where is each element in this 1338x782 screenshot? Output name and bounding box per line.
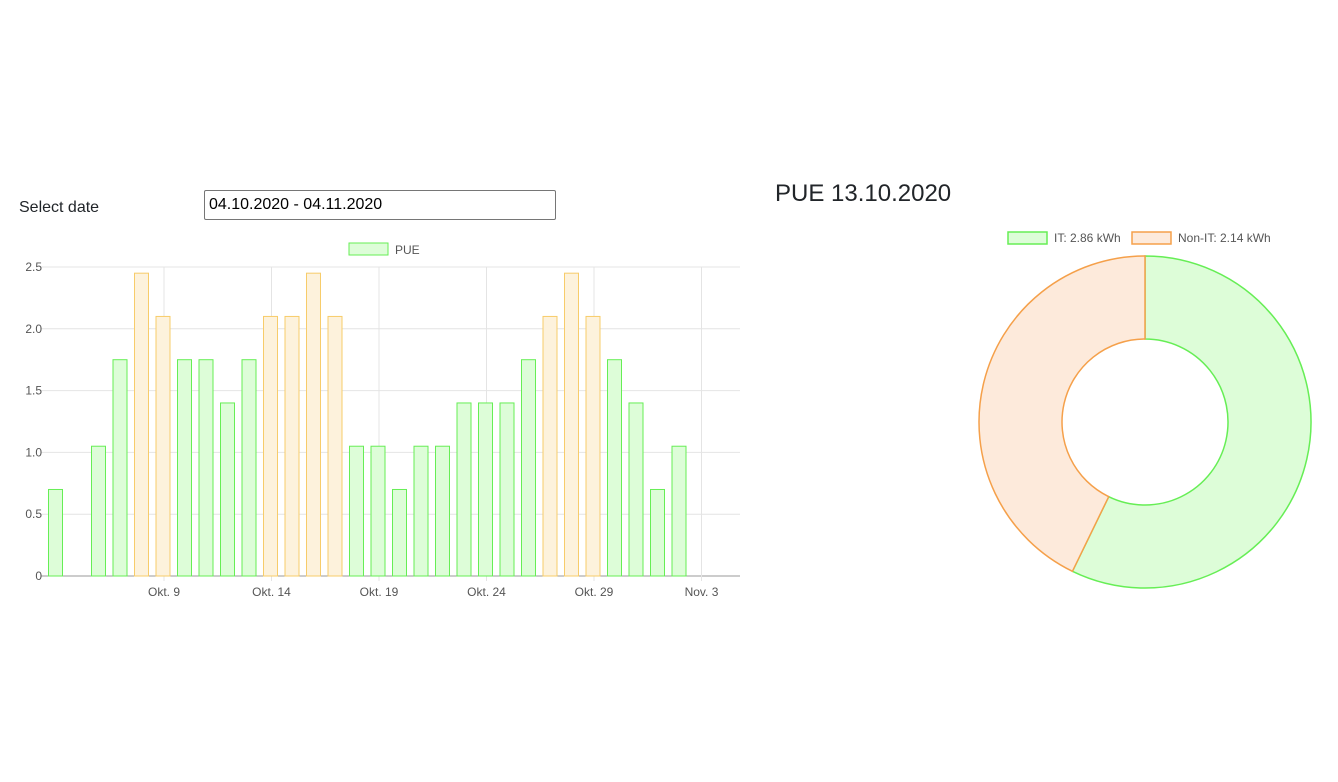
- bar-okt-10[interactable]: [177, 359, 192, 577]
- legend-swatch: [1007, 231, 1048, 245]
- bar-okt-12[interactable]: [220, 402, 235, 577]
- energy-doughnut-chart: IT: 2.86 kWh Non-IT: 2.14 kWh: [978, 231, 1312, 589]
- legend-label: IT: 2.86 kWh: [1054, 231, 1121, 245]
- y-tick-label: 0.5: [25, 507, 42, 521]
- bar-nov-1[interactable]: [650, 488, 665, 577]
- y-tick-label: 2.0: [25, 322, 42, 336]
- date-range-input[interactable]: [204, 190, 556, 220]
- legend-label: Non-IT: 2.14 kWh: [1178, 231, 1271, 245]
- bar-okt-8[interactable]: [134, 272, 149, 577]
- bar-okt-4[interactable]: [48, 488, 63, 577]
- bar-okt-31[interactable]: [628, 402, 644, 577]
- bar-okt-11[interactable]: [198, 359, 214, 577]
- bar-okt-20[interactable]: [392, 488, 407, 577]
- bar-okt-29[interactable]: [585, 315, 601, 577]
- bar-okt-16[interactable]: [306, 272, 321, 577]
- x-tick-label: Okt. 14: [252, 585, 291, 599]
- bar-okt-21[interactable]: [413, 445, 429, 577]
- bar-okt-15[interactable]: [284, 315, 300, 577]
- pie-chart-title: PUE 13.10.2020: [775, 180, 952, 207]
- legend-swatch: [1131, 231, 1172, 245]
- bar-okt-14[interactable]: [263, 315, 278, 577]
- bar-okt-26[interactable]: [521, 359, 536, 577]
- bar-okt-7[interactable]: [112, 359, 128, 577]
- bar-okt-18[interactable]: [349, 445, 364, 577]
- x-tick-label: Okt. 9: [148, 585, 180, 599]
- y-tick-label: 1.0: [25, 445, 42, 459]
- legend-item-it[interactable]: IT: 2.86 kWh: [1007, 231, 1121, 245]
- bar-legend[interactable]: PUE: [348, 242, 420, 257]
- bar-nov-2[interactable]: [671, 445, 687, 577]
- bar-okt-17[interactable]: [327, 315, 343, 577]
- bar-okt-24[interactable]: [478, 402, 493, 577]
- x-tick-label: Nov. 3: [685, 585, 719, 599]
- legend-label: PUE: [395, 243, 420, 257]
- bar-okt-22[interactable]: [435, 445, 450, 577]
- bar-okt-30[interactable]: [607, 359, 622, 577]
- bar-okt-25[interactable]: [499, 402, 515, 577]
- x-tick-label: Okt. 24: [467, 585, 506, 599]
- bar-okt-28[interactable]: [564, 272, 579, 577]
- y-tick-label: 1.5: [25, 384, 42, 398]
- y-tick-label: 2.5: [25, 260, 42, 274]
- x-tick-label: Okt. 29: [575, 585, 614, 599]
- bar-okt-27[interactable]: [542, 315, 558, 577]
- bar-okt-23[interactable]: [456, 402, 472, 577]
- legend-item-non-it[interactable]: Non-IT: 2.14 kWh: [1131, 231, 1271, 245]
- bar-okt-9[interactable]: [155, 315, 171, 577]
- bar-okt-6[interactable]: [91, 445, 106, 577]
- bar-okt-19[interactable]: [370, 445, 386, 577]
- legend-swatch: [348, 242, 389, 256]
- y-tick-label: 0: [35, 569, 42, 583]
- x-tick-label: Okt. 19: [360, 585, 399, 599]
- bar-okt-13[interactable]: [241, 359, 257, 577]
- select-date-label: Select date: [19, 199, 100, 216]
- pue-bar-chart: 0 0.5 1.0 1.5 2.0 2.5 Okt. 9 Okt. 14 Okt. 19 Okt.…: [25, 242, 740, 599]
